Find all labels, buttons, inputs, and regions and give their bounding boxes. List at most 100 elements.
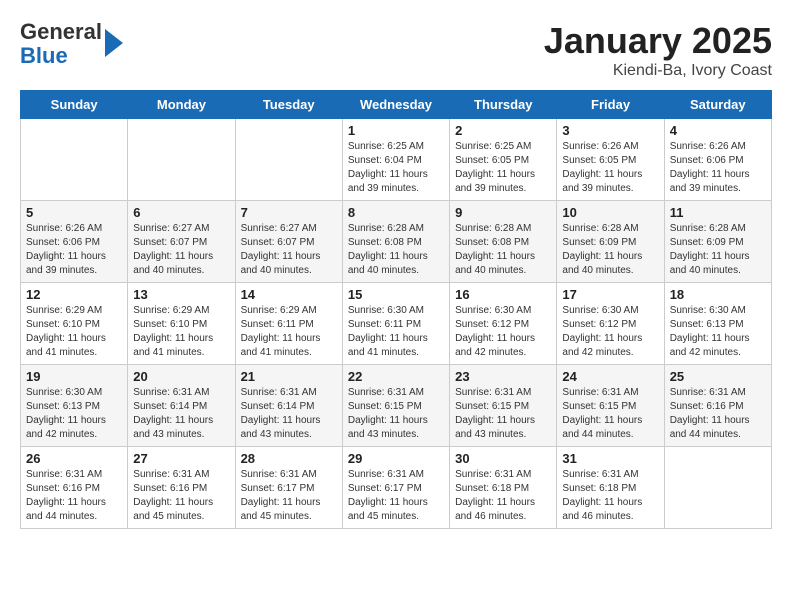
day-number: 14 (241, 287, 337, 302)
day-info: Sunrise: 6:29 AMSunset: 6:10 PMDaylight:… (133, 304, 229, 360)
day-header-tuesday: Tuesday (235, 91, 342, 119)
day-info: Sunrise: 6:31 AMSunset: 6:18 PMDaylight:… (562, 468, 658, 524)
calendar-cell: 9 Sunrise: 6:28 AMSunset: 6:08 PMDaylight… (450, 201, 557, 283)
day-info: Sunrise: 6:29 AMSunset: 6:10 PMDaylight:… (26, 304, 122, 360)
logo-general: General (20, 19, 102, 44)
calendar-cell: 22 Sunrise: 6:31 AMSunset: 6:15 PMDayligh… (342, 365, 449, 447)
calendar-cell: 7 Sunrise: 6:27 AMSunset: 6:07 PMDaylight… (235, 201, 342, 283)
day-info: Sunrise: 6:26 AMSunset: 6:06 PMDaylight:… (670, 140, 766, 196)
calendar-cell: 28 Sunrise: 6:31 AMSunset: 6:17 PMDayligh… (235, 447, 342, 529)
day-info: Sunrise: 6:30 AMSunset: 6:12 PMDaylight:… (455, 304, 551, 360)
page-subtitle: Kiendi-Ba, Ivory Coast (544, 62, 772, 80)
calendar-cell: 6 Sunrise: 6:27 AMSunset: 6:07 PMDaylight… (128, 201, 235, 283)
day-info: Sunrise: 6:27 AMSunset: 6:07 PMDaylight:… (241, 222, 337, 278)
calendar-cell: 2Sunrise: 6:25 AMSunset: 6:05 PMDaylight… (450, 119, 557, 201)
calendar-cell: 21 Sunrise: 6:31 AMSunset: 6:14 PMDayligh… (235, 365, 342, 447)
calendar-cell: 8Sunrise: 6:28 AMSunset: 6:08 PMDaylight… (342, 201, 449, 283)
title-block: January 2025 Kiendi-Ba, Ivory Coast (544, 20, 772, 80)
day-number: 19 (26, 369, 122, 384)
day-number: 29 (348, 451, 444, 466)
day-info: Sunrise: 6:31 AMSunset: 6:17 PMDaylight:… (348, 468, 444, 524)
day-number: 5 (26, 205, 122, 220)
calendar-cell: 3Sunrise: 6:26 AMSunset: 6:05 PMDaylight… (557, 119, 664, 201)
calendar-cell: 31 Sunrise: 6:31 AMSunset: 6:18 PMDayligh… (557, 447, 664, 529)
day-number: 31 (562, 451, 658, 466)
day-header-sunday: Sunday (21, 91, 128, 119)
day-info: Sunrise: 6:28 AMSunset: 6:09 PMDaylight:… (670, 222, 766, 278)
calendar-cell: 15Sunrise: 6:30 AMSunset: 6:11 PMDayligh… (342, 283, 449, 365)
day-header-saturday: Saturday (664, 91, 771, 119)
day-info: Sunrise: 6:31 AMSunset: 6:14 PMDaylight:… (241, 386, 337, 442)
logo-arrow-icon (105, 29, 123, 57)
day-number: 28 (241, 451, 337, 466)
day-header-wednesday: Wednesday (342, 91, 449, 119)
day-info: Sunrise: 6:31 AMSunset: 6:15 PMDaylight:… (455, 386, 551, 442)
day-info: Sunrise: 6:31 AMSunset: 6:16 PMDaylight:… (670, 386, 766, 442)
calendar-cell: 16 Sunrise: 6:30 AMSunset: 6:12 PMDayligh… (450, 283, 557, 365)
day-number: 7 (241, 205, 337, 220)
day-info: Sunrise: 6:30 AMSunset: 6:13 PMDaylight:… (26, 386, 122, 442)
day-number: 15 (348, 287, 444, 302)
day-number: 23 (455, 369, 551, 384)
calendar-cell: 10Sunrise: 6:28 AMSunset: 6:09 PMDayligh… (557, 201, 664, 283)
day-number: 11 (670, 205, 766, 220)
logo-blue: Blue (20, 43, 68, 68)
page-title: January 2025 (544, 20, 772, 62)
day-info: Sunrise: 6:31 AMSunset: 6:17 PMDaylight:… (241, 468, 337, 524)
calendar-cell: 25 Sunrise: 6:31 AMSunset: 6:16 PMDayligh… (664, 365, 771, 447)
calendar-cell: 27 Sunrise: 6:31 AMSunset: 6:16 PMDayligh… (128, 447, 235, 529)
calendar-cell: 26 Sunrise: 6:31 AMSunset: 6:16 PMDayligh… (21, 447, 128, 529)
day-number: 26 (26, 451, 122, 466)
day-info: Sunrise: 6:25 AMSunset: 6:04 PMDaylight:… (348, 140, 444, 196)
day-info: Sunrise: 6:28 AMSunset: 6:08 PMDaylight:… (455, 222, 551, 278)
day-info: Sunrise: 6:26 AMSunset: 6:06 PMDaylight:… (26, 222, 122, 278)
day-header-monday: Monday (128, 91, 235, 119)
day-number: 25 (670, 369, 766, 384)
day-info: Sunrise: 6:31 AMSunset: 6:14 PMDaylight:… (133, 386, 229, 442)
calendar-cell: 19 Sunrise: 6:30 AMSunset: 6:13 PMDayligh… (21, 365, 128, 447)
day-info: Sunrise: 6:31 AMSunset: 6:18 PMDaylight:… (455, 468, 551, 524)
day-info: Sunrise: 6:30 AMSunset: 6:12 PMDaylight:… (562, 304, 658, 360)
calendar-cell: 23 Sunrise: 6:31 AMSunset: 6:15 PMDayligh… (450, 365, 557, 447)
calendar-cell: 11 Sunrise: 6:28 AMSunset: 6:09 PMDayligh… (664, 201, 771, 283)
calendar-week-3: 12 Sunrise: 6:29 AMSunset: 6:10 PMDayligh… (21, 283, 772, 365)
calendar-cell: 4Sunrise: 6:26 AMSunset: 6:06 PMDaylight… (664, 119, 771, 201)
calendar: SundayMondayTuesdayWednesdayThursdayFrid… (20, 90, 772, 529)
day-number: 6 (133, 205, 229, 220)
page: General Blue January 2025 Kiendi-Ba, Ivo… (0, 0, 792, 539)
day-number: 30 (455, 451, 551, 466)
day-number: 18 (670, 287, 766, 302)
day-info: Sunrise: 6:30 AMSunset: 6:13 PMDaylight:… (670, 304, 766, 360)
calendar-cell: 5 Sunrise: 6:26 AMSunset: 6:06 PMDaylight… (21, 201, 128, 283)
day-info: Sunrise: 6:28 AMSunset: 6:09 PMDaylight:… (562, 222, 658, 278)
day-number: 16 (455, 287, 551, 302)
calendar-cell: 29 Sunrise: 6:31 AMSunset: 6:17 PMDayligh… (342, 447, 449, 529)
day-info: Sunrise: 6:31 AMSunset: 6:16 PMDaylight:… (26, 468, 122, 524)
day-info: Sunrise: 6:25 AMSunset: 6:05 PMDaylight:… (455, 140, 551, 196)
day-number: 12 (26, 287, 122, 302)
calendar-cell (664, 447, 771, 529)
day-number: 22 (348, 369, 444, 384)
calendar-cell: 14 Sunrise: 6:29 AMSunset: 6:11 PMDayligh… (235, 283, 342, 365)
day-number: 9 (455, 205, 551, 220)
day-number: 21 (241, 369, 337, 384)
calendar-cell: 30 Sunrise: 6:31 AMSunset: 6:18 PMDayligh… (450, 447, 557, 529)
calendar-cell: 24Sunrise: 6:31 AMSunset: 6:15 PMDayligh… (557, 365, 664, 447)
day-info: Sunrise: 6:28 AMSunset: 6:08 PMDaylight:… (348, 222, 444, 278)
calendar-week-4: 19 Sunrise: 6:30 AMSunset: 6:13 PMDayligh… (21, 365, 772, 447)
calendar-week-1: 1Sunrise: 6:25 AMSunset: 6:04 PMDaylight… (21, 119, 772, 201)
day-info: Sunrise: 6:31 AMSunset: 6:16 PMDaylight:… (133, 468, 229, 524)
calendar-cell: 17Sunrise: 6:30 AMSunset: 6:12 PMDayligh… (557, 283, 664, 365)
day-number: 13 (133, 287, 229, 302)
calendar-header-row: SundayMondayTuesdayWednesdayThursdayFrid… (21, 91, 772, 119)
day-header-friday: Friday (557, 91, 664, 119)
day-number: 20 (133, 369, 229, 384)
calendar-cell: 13 Sunrise: 6:29 AMSunset: 6:10 PMDayligh… (128, 283, 235, 365)
calendar-cell: 1Sunrise: 6:25 AMSunset: 6:04 PMDaylight… (342, 119, 449, 201)
day-info: Sunrise: 6:27 AMSunset: 6:07 PMDaylight:… (133, 222, 229, 278)
day-number: 27 (133, 451, 229, 466)
day-number: 24 (562, 369, 658, 384)
calendar-cell (128, 119, 235, 201)
day-info: Sunrise: 6:29 AMSunset: 6:11 PMDaylight:… (241, 304, 337, 360)
day-info: Sunrise: 6:31 AMSunset: 6:15 PMDaylight:… (348, 386, 444, 442)
